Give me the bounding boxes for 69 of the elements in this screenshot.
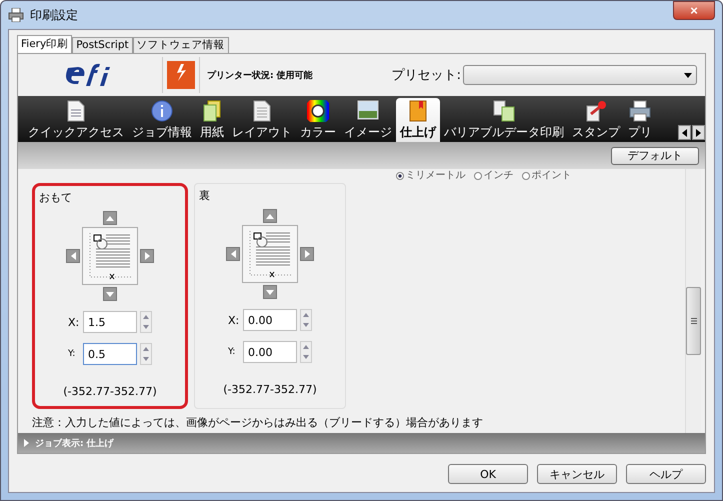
tab[interactable]: ソフトウェア情報	[132, 37, 229, 53]
down-arrow-button[interactable]	[103, 287, 117, 301]
up-arrow-button[interactable]	[103, 211, 117, 225]
page-icon	[253, 100, 271, 122]
window-title: 印刷設定	[30, 6, 78, 24]
left-arrow-button[interactable]	[66, 249, 80, 263]
y-input-field[interactable]: 0.5	[83, 343, 137, 365]
x-label: X:	[228, 314, 240, 326]
toolbar-tab[interactable]: レイアウト	[228, 98, 296, 142]
unit-radio[interactable]: ポイント	[522, 169, 572, 183]
toolbar-tab[interactable]: ジョブ情報	[128, 98, 196, 142]
grip-icon	[690, 318, 696, 324]
book-icon	[409, 100, 427, 122]
toolbar-tab[interactable]: プリ	[624, 98, 656, 142]
paper-stack-icon	[202, 100, 222, 122]
stamp-icon	[585, 100, 607, 122]
default-button[interactable]: デフォルト	[611, 146, 699, 164]
x-input-field[interactable]: 1.5	[83, 311, 137, 333]
unit-radio[interactable]: インチ	[474, 169, 514, 183]
landscape-image-icon	[357, 100, 379, 120]
spinner-button[interactable]	[140, 311, 152, 333]
page-preview-icon	[242, 225, 298, 283]
toolbar-tab[interactable]: イメージ	[340, 98, 396, 142]
toolbar-tab[interactable]: 用紙	[196, 98, 228, 142]
tab[interactable]: Fiery印刷	[17, 35, 72, 53]
up-arrow-button[interactable]	[263, 209, 277, 223]
toolbar-tab[interactable]: 仕上げ	[396, 98, 440, 142]
toolbar-tab[interactable]: カラー	[296, 98, 340, 142]
printer-icon	[8, 8, 24, 22]
vertical-scrollbar[interactable]	[685, 169, 701, 433]
toolbar-tab[interactable]: バリアブルデータ印刷	[440, 98, 568, 142]
job-view-label: ジョブ表示: 仕上げ	[35, 437, 114, 450]
left-arrow-button[interactable]	[226, 247, 240, 261]
tab[interactable]: PostScript	[72, 37, 133, 53]
y-input-field[interactable]: 0.00	[243, 341, 297, 363]
down-arrow-button[interactable]	[263, 285, 277, 299]
right-arrow-button[interactable]	[140, 249, 154, 263]
x-input-field[interactable]: 0.00	[243, 309, 297, 331]
dialog-button[interactable]: キャンセル	[537, 464, 617, 484]
range-text: (-352.77-352.77)	[223, 383, 317, 396]
range-text: (-352.77-352.77)	[63, 385, 157, 398]
toolbar-tab[interactable]: スタンプ	[568, 98, 624, 142]
preset-dropdown[interactable]	[463, 65, 697, 85]
info-icon	[151, 100, 173, 122]
x-label: X:	[68, 316, 80, 328]
fiery-logo-icon	[167, 61, 195, 89]
right-arrow-button[interactable]	[300, 247, 314, 261]
expand-triangle-icon	[24, 439, 29, 447]
y-label: Y:	[68, 349, 76, 359]
note-text: 注意：入力した値によっては、画像がページからはみ出る（ブリードする）場合があります	[32, 415, 484, 430]
preset-label: プリセット:	[392, 67, 461, 84]
document-icon	[67, 100, 85, 122]
toolbar-tab[interactable]: クイックアクセス	[24, 98, 128, 142]
dialog-button[interactable]: OK	[448, 464, 528, 484]
y-label: Y:	[228, 347, 236, 357]
printer-status: プリンター状況: 使用可能	[207, 69, 313, 82]
scroll-right-button[interactable]	[692, 125, 705, 140]
documents-icon	[493, 100, 515, 122]
unit-radio[interactable]: ミリメートル	[396, 169, 466, 183]
dialog-button[interactable]: ヘルプ	[626, 464, 706, 484]
group-title: 裏	[199, 188, 210, 203]
spinner-button[interactable]	[300, 341, 312, 363]
printer-icon	[629, 100, 651, 122]
page-preview-icon	[82, 227, 138, 285]
spinner-button[interactable]	[140, 343, 152, 365]
spinner-button[interactable]	[300, 309, 312, 331]
color-wheel-icon	[307, 100, 329, 122]
scroll-left-button[interactable]	[678, 125, 691, 140]
group-title: おもて	[39, 190, 72, 205]
